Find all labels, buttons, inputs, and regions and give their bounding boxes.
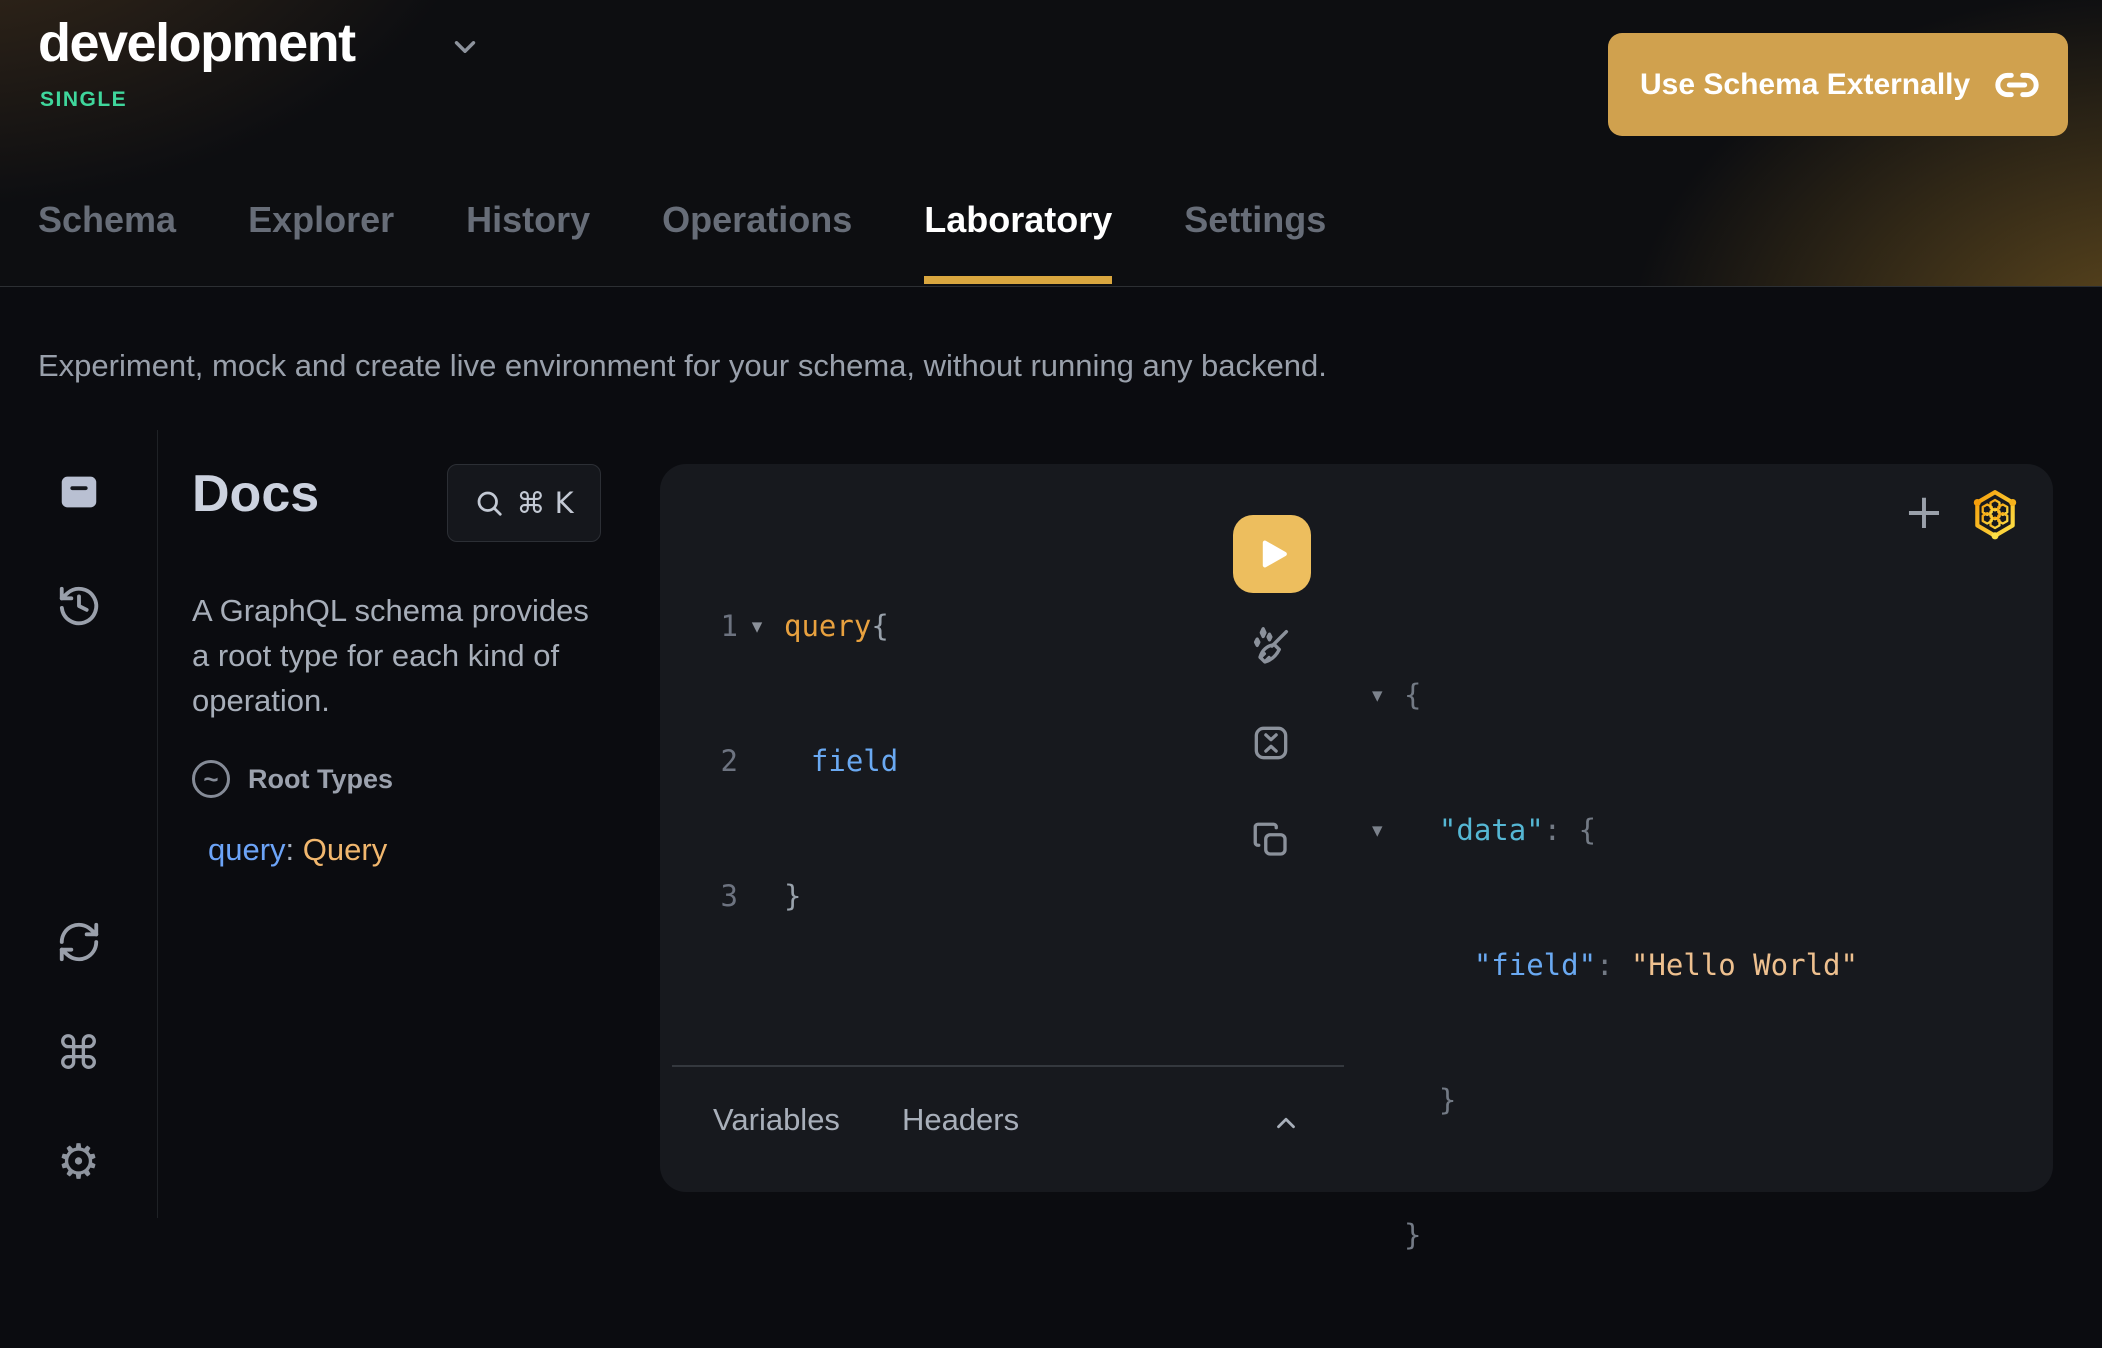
line-number: 3 bbox=[660, 874, 738, 919]
laboratory-sidebar: ⌘ ⚙ bbox=[0, 430, 158, 1218]
merge-fragments-button[interactable] bbox=[1249, 721, 1293, 765]
response-line-1: ▾ { bbox=[1360, 673, 1858, 718]
root-types-section: ~ Root Types bbox=[192, 760, 393, 798]
docs-search-button[interactable]: ⌘ K bbox=[447, 464, 601, 542]
tab-history[interactable]: History bbox=[466, 200, 590, 240]
page-subtitle: Experiment, mock and create live environ… bbox=[38, 348, 1327, 384]
gear-icon: ⚙ bbox=[57, 1138, 100, 1186]
fold-triangle-icon[interactable]: ▾ bbox=[1360, 808, 1404, 853]
chevron-up-icon bbox=[1268, 1108, 1304, 1138]
query-line-1: 1 ▾ query{ bbox=[660, 604, 898, 649]
line-number: 1 bbox=[660, 604, 738, 649]
graphiql-panel: 1 ▾ query{ 2 field 3 } bbox=[660, 464, 2053, 1192]
query-line-3: 3 } bbox=[660, 874, 898, 919]
docs-book-icon bbox=[56, 469, 102, 515]
root-type-query-link[interactable]: query: Query bbox=[208, 832, 387, 868]
reload-icon bbox=[56, 919, 102, 965]
target-selector-chevron-down-icon[interactable] bbox=[448, 30, 482, 64]
history-clock-icon bbox=[56, 583, 102, 629]
search-icon bbox=[474, 488, 504, 518]
code-text: } bbox=[1404, 1078, 1456, 1123]
use-schema-externally-label: Use Schema Externally bbox=[1640, 68, 1970, 102]
target-mode-badge: SINGLE bbox=[40, 88, 127, 112]
tab-operations[interactable]: Operations bbox=[662, 200, 852, 240]
merge-icon bbox=[1249, 721, 1293, 765]
copy-icon bbox=[1250, 819, 1292, 861]
code-text: query{ bbox=[776, 604, 889, 649]
sidebar-item-docs[interactable] bbox=[53, 466, 105, 518]
target-title: development bbox=[38, 14, 355, 73]
response-line-5: } bbox=[1360, 1213, 1858, 1258]
response-line-3: "field": "Hello World" bbox=[1360, 943, 1858, 988]
sidebar-item-reload-schema[interactable] bbox=[53, 916, 105, 968]
page-header: development SINGLE Use Schema Externally… bbox=[0, 0, 2102, 287]
response-line-4: } bbox=[1360, 1078, 1858, 1123]
collapse-editor-tools-button[interactable] bbox=[1268, 1108, 1304, 1138]
code-text: "data": { bbox=[1404, 808, 1596, 853]
root-type-type-link[interactable]: Query bbox=[303, 832, 387, 867]
root-types-label: Root Types bbox=[248, 764, 393, 795]
copy-query-button[interactable] bbox=[1250, 819, 1292, 861]
editor-tools-divider bbox=[672, 1065, 1344, 1067]
play-icon bbox=[1255, 537, 1289, 571]
sidebar-item-settings[interactable]: ⚙ bbox=[53, 1136, 105, 1188]
root-types-icon: ~ bbox=[192, 760, 230, 798]
fold-triangle-icon[interactable]: ▾ bbox=[1360, 673, 1404, 718]
response-viewer: ▾ { ▾ "data": { "field": "Hello World" }… bbox=[1360, 583, 1858, 1348]
laboratory-page: { "header": { "title": "development", "b… bbox=[0, 0, 2102, 1218]
code-text: { bbox=[1404, 673, 1421, 718]
tab-variables[interactable]: Variables bbox=[713, 1102, 840, 1138]
command-icon: ⌘ bbox=[56, 1030, 102, 1076]
execute-query-button[interactable] bbox=[1233, 515, 1311, 593]
sidebar-item-shortcuts[interactable]: ⌘ bbox=[53, 1027, 105, 1079]
code-text: } bbox=[776, 874, 801, 919]
add-tab-button[interactable]: + bbox=[1898, 486, 1950, 538]
tab-laboratory[interactable]: Laboratory bbox=[924, 200, 1112, 240]
fold-triangle-icon[interactable]: ▾ bbox=[738, 604, 776, 649]
query-line-2: 2 field bbox=[660, 739, 898, 784]
response-line-2: ▾ "data": { bbox=[1360, 808, 1858, 853]
tab-settings[interactable]: Settings bbox=[1184, 200, 1326, 240]
code-text: } bbox=[1404, 1213, 1421, 1258]
main-nav-tabs: Schema Explorer History Operations Labor… bbox=[38, 200, 1326, 240]
code-text: field bbox=[776, 739, 898, 784]
code-text: "field": "Hello World" bbox=[1404, 943, 1858, 988]
query-editor[interactable]: 1 ▾ query{ 2 field 3 } bbox=[660, 514, 898, 1009]
hive-logo-icon[interactable] bbox=[1970, 488, 2020, 540]
prettify-query-button[interactable] bbox=[1248, 624, 1294, 670]
tab-explorer[interactable]: Explorer bbox=[248, 200, 394, 240]
search-shortcut-label: ⌘ K bbox=[516, 486, 573, 520]
docs-description: A GraphQL schema provides a root type fo… bbox=[192, 588, 612, 723]
tab-headers[interactable]: Headers bbox=[902, 1102, 1019, 1138]
docs-title: Docs bbox=[192, 464, 319, 524]
prettify-sparkle-broom-icon bbox=[1248, 624, 1294, 670]
root-type-name[interactable]: query bbox=[208, 832, 286, 867]
sidebar-item-history[interactable] bbox=[53, 580, 105, 632]
root-type-separator: : bbox=[286, 832, 303, 867]
use-schema-externally-button[interactable]: Use Schema Externally bbox=[1608, 33, 2068, 136]
tab-schema[interactable]: Schema bbox=[38, 200, 176, 240]
line-number: 2 bbox=[660, 739, 738, 784]
link-icon bbox=[1994, 62, 2040, 108]
editor-tools-tabs: Variables Headers bbox=[713, 1102, 1019, 1138]
